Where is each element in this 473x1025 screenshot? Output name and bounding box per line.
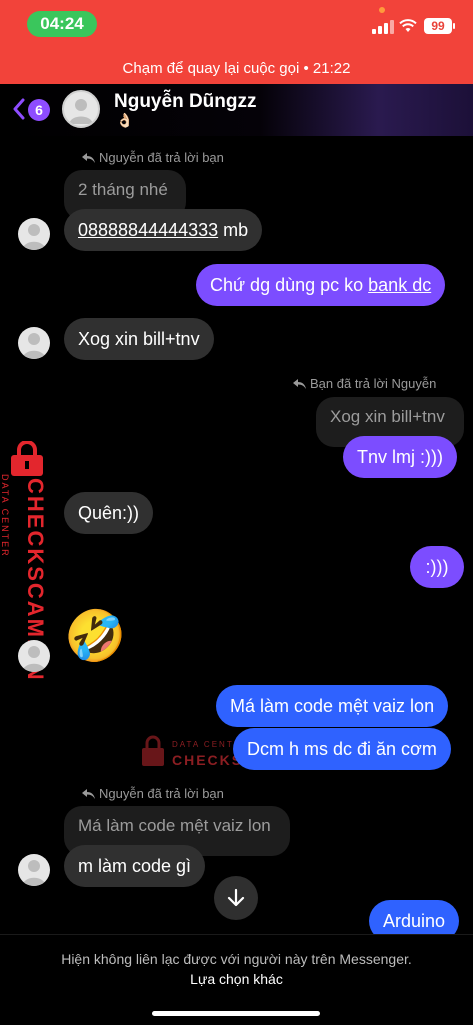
contact-status-emoji: 👌🏻 <box>116 112 134 128</box>
cellular-signal-icon <box>372 20 394 34</box>
other-options-link[interactable]: Lựa chọn khác <box>0 971 473 987</box>
message-bubble-outgoing[interactable]: Tnv lmj :))) <box>343 436 457 478</box>
message-bubble-incoming[interactable]: Quên:)) <box>64 492 154 534</box>
watermark-subtitle: DATA CENTER <box>0 474 10 558</box>
watermark-lock-icon <box>11 441 43 476</box>
message-bubble-outgoing[interactable]: Má làm code mệt vaiz lon <box>216 685 449 727</box>
contact-name[interactable]: Nguyễn Dũngzz <box>114 91 257 113</box>
sender-avatar[interactable] <box>18 854 50 886</box>
arrow-down-icon <box>227 888 245 907</box>
battery-tip <box>453 23 455 29</box>
return-to-call-text[interactable]: Chạm để quay lại cuộc gọi • 21:22 <box>0 60 473 77</box>
inline-link[interactable]: bank dc <box>368 275 431 295</box>
reply-label: Bạn đã trả lời Nguyễn <box>293 376 436 391</box>
message-bubble-outgoing[interactable]: Chứ dg dùng pc ko bank dc <box>196 264 446 306</box>
status-time: 04:24 <box>27 11 97 37</box>
message-bubble-outgoing[interactable]: :))) <box>410 546 464 588</box>
reply-arrow-icon <box>82 153 95 163</box>
back-chevron-icon[interactable] <box>12 98 26 120</box>
reply-arrow-icon <box>82 789 95 799</box>
sender-avatar[interactable] <box>18 640 50 672</box>
message-bubble-incoming[interactable]: Xog xin bill+tnv <box>64 318 214 360</box>
sender-avatar[interactable] <box>18 218 50 250</box>
reply-arrow-icon <box>293 379 306 389</box>
conversation-header: 6 Nguyễn Dũngzz 👌🏻 <box>0 84 473 136</box>
unavailable-notice: Hiện không liên lạc được với người này t… <box>61 951 412 967</box>
call-banner[interactable]: 04:24 99 Chạm để quay lại cuộc gọi • 21:… <box>0 0 473 84</box>
message-bubble-incoming[interactable]: m làm code gì <box>64 845 206 887</box>
reply-label: Nguyễn đã trả lời bạn <box>82 150 224 165</box>
composer-unavailable-footer: Hiện không liên lạc được với người này t… <box>0 934 473 1025</box>
unread-count-badge[interactable]: 6 <box>28 99 50 121</box>
scroll-to-bottom-button[interactable] <box>214 876 258 920</box>
phone-number-link[interactable]: 08888844444333 <box>78 220 218 240</box>
contact-avatar[interactable] <box>62 90 100 128</box>
battery-indicator: 99 <box>424 18 452 34</box>
wifi-icon <box>399 19 417 32</box>
watermark-lock-icon-center <box>142 735 164 766</box>
emoji-message[interactable]: 🤣 <box>64 606 126 666</box>
reply-label: Nguyễn đã trả lời bạn <box>82 786 224 801</box>
home-indicator[interactable] <box>152 1011 320 1016</box>
sender-avatar[interactable] <box>18 327 50 359</box>
message-bubble-incoming[interactable]: 08888844444333 mb <box>64 209 263 251</box>
mic-indicator-dot <box>379 7 385 13</box>
message-bubble-outgoing[interactable]: Dcm h ms dc đi ăn cơm <box>233 728 451 770</box>
